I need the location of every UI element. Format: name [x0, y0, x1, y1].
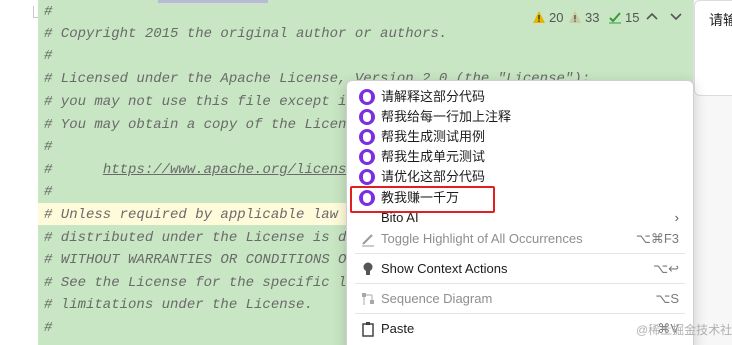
warnings-indicator[interactable]: 20	[532, 9, 563, 27]
menu-item-optimize-code[interactable]: 请优化这部分代码	[347, 167, 693, 187]
menu-separator	[355, 313, 685, 314]
lightbulb-icon	[363, 262, 373, 275]
menu-item-generate-unit-tests[interactable]: 帮我生成单元测试	[347, 147, 693, 167]
weak-warning-icon	[569, 11, 581, 23]
submenu-arrow-icon: ›	[674, 210, 679, 225]
code-line-current[interactable]: # Unless required by applicable law or a	[44, 204, 381, 226]
menu-item-bito-ai[interactable]: Bito AI ›	[347, 208, 693, 228]
chevron-up-icon[interactable]	[644, 8, 660, 24]
editor-gutter	[0, 0, 41, 345]
bito-icon	[359, 129, 375, 145]
code-line[interactable]: # You may obtain a copy of the License a	[44, 114, 380, 136]
code-line[interactable]: # limitations under the License.	[44, 294, 313, 316]
right-side-panel: 请输	[693, 0, 732, 345]
menu-item-toggle-highlight[interactable]: Toggle Highlight of All Occurrences ⌥⌘F3	[347, 229, 693, 249]
code-line[interactable]: #	[44, 181, 52, 203]
sequence-diagram-icon	[362, 293, 374, 305]
code-line[interactable]: #	[44, 136, 52, 158]
typos-indicator[interactable]: 15	[608, 9, 639, 27]
bito-icon	[359, 169, 375, 185]
weak-warnings-indicator[interactable]: 33	[568, 9, 599, 27]
clipboard-icon	[362, 322, 374, 337]
menu-item-show-context-actions[interactable]: Show Context Actions ⌥↩	[347, 259, 693, 279]
watermark: @稀土掘金技术社区	[636, 323, 732, 337]
editor-context-menu: 请解释这部分代码 帮我给每一行加上注释 帮我生成测试用例 帮我生成单元测试 请优…	[346, 80, 694, 345]
bito-icon	[359, 149, 375, 165]
input-card[interactable]: 请输	[694, 0, 732, 96]
code-line[interactable]: # https://www.apache.org/licenses/L	[44, 159, 380, 181]
menu-item-add-comments[interactable]: 帮我给每一行加上注释	[347, 107, 693, 127]
code-line[interactable]: # Copyright 2015 the original author or …	[44, 23, 447, 45]
warning-icon	[533, 11, 545, 23]
menu-separator	[355, 253, 685, 254]
selection-indicator	[158, 0, 268, 3]
bito-icon	[359, 89, 375, 105]
menu-item-explain-code[interactable]: 请解释这部分代码	[347, 87, 693, 107]
typo-check-icon	[609, 12, 621, 24]
highlighter-icon	[362, 234, 374, 247]
code-line[interactable]: # you may not use this file except in co	[44, 91, 380, 113]
input-card-label: 请输	[709, 12, 732, 28]
code-line[interactable]: #	[44, 45, 52, 67]
bito-icon	[359, 109, 375, 125]
license-url-link[interactable]: https://www.apache.org/licenses/L	[103, 162, 380, 178]
code-line[interactable]: # See the License for the specific langu	[44, 272, 380, 294]
menu-item-generate-test-cases[interactable]: 帮我生成测试用例	[347, 127, 693, 147]
code-line[interactable]: # distributed under the License is distr	[44, 227, 380, 249]
code-line[interactable]: #	[44, 1, 52, 23]
menu-separator	[355, 283, 685, 284]
code-line[interactable]: #	[44, 317, 52, 339]
code-line[interactable]: # WITHOUT WARRANTIES OR CONDITIONS OF AN	[44, 249, 380, 271]
menu-item-sequence-diagram[interactable]: Sequence Diagram ⌥S	[347, 289, 693, 309]
chevron-down-icon[interactable]	[668, 8, 684, 24]
